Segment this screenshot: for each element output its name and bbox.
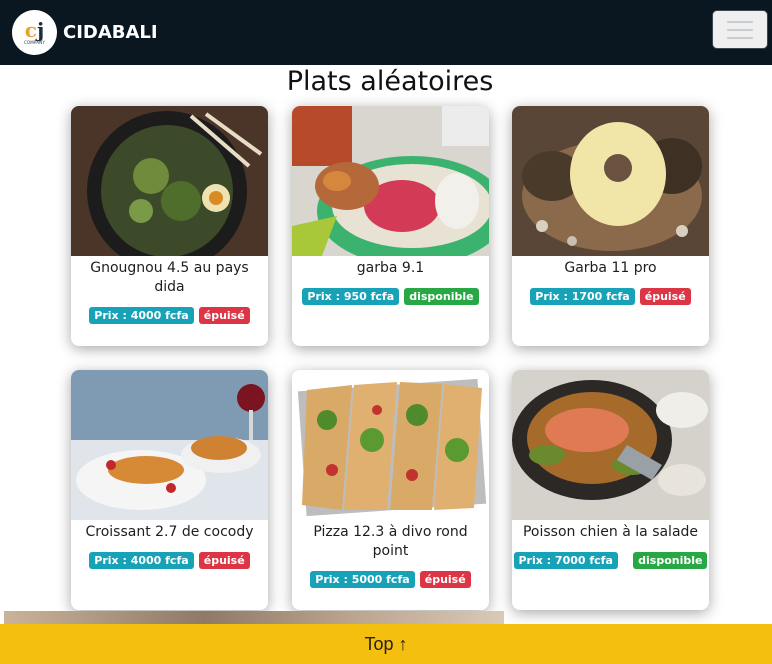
dish-card[interactable]: Garba 11 pro Prix : 1700 fcfa épuisé	[512, 106, 709, 346]
brand-logo[interactable]: cj COMPANY	[12, 10, 57, 55]
status-badge: épuisé	[198, 307, 250, 324]
status-badge: épuisé	[198, 552, 250, 569]
price-badge: Prix : 4000 fcfa	[89, 552, 194, 569]
section-title: Plats aléatoires	[286, 66, 494, 97]
hamburger-icon-bar	[727, 28, 753, 31]
dish-image	[292, 370, 489, 520]
dish-card[interactable]: Croissant 2.7 de cocody Prix : 4000 fcfa…	[71, 370, 268, 610]
logo-mark-icon: cj	[24, 17, 45, 42]
dish-card[interactable]: Poisson chien à la salade Prix : 7000 fc…	[512, 370, 709, 610]
logo-subtext: COMPANY	[23, 39, 46, 45]
dish-name: garba 9.1	[356, 260, 425, 276]
dish-image	[71, 106, 268, 256]
dish-badges: Prix : 1700 fcfa épuisé	[512, 285, 709, 305]
dish-badges: Prix : 950 fcfa disponible	[292, 285, 489, 305]
dish-name: Croissant 2.7 de cocody	[85, 524, 254, 540]
dish-image	[512, 106, 709, 256]
menu-toggle-button[interactable]	[712, 10, 768, 49]
status-badge: épuisé	[639, 288, 691, 305]
brand-name[interactable]: CIDABALI	[63, 22, 158, 43]
status-badge: disponible	[633, 552, 708, 569]
dish-card[interactable]: Gnougnou 4.5 au pays dida Prix : 4000 fc…	[71, 106, 268, 346]
price-badge: Prix : 1700 fcfa	[530, 288, 635, 305]
dish-image	[292, 106, 489, 256]
dish-name: Garba 11 pro	[564, 260, 657, 276]
dish-badges: Prix : 4000 fcfa épuisé	[71, 549, 268, 569]
price-badge: Prix : 7000 fcfa	[513, 552, 618, 569]
dish-badges: Prix : 5000 fcfa épuisé	[292, 568, 489, 588]
price-badge: Prix : 950 fcfa	[302, 288, 400, 305]
dish-image	[512, 370, 709, 520]
dish-card[interactable]: garba 9.1 Prix : 950 fcfa disponible	[292, 106, 489, 346]
price-badge: Prix : 4000 fcfa	[89, 307, 194, 324]
status-badge: disponible	[404, 288, 479, 305]
dish-name: Pizza 12.3 à divo rond point	[313, 524, 468, 559]
dish-card[interactable]: Pizza 12.3 à divo rond point Prix : 5000…	[292, 370, 489, 610]
back-to-top-button[interactable]: Top ↑	[0, 624, 772, 664]
hamburger-icon-bar	[727, 20, 753, 23]
dish-badges: Prix : 7000 fcfa disponible	[512, 549, 709, 569]
price-badge: Prix : 5000 fcfa	[310, 571, 415, 588]
hamburger-icon-bar	[727, 36, 753, 39]
navbar: cj COMPANY CIDABALI	[0, 0, 772, 65]
status-badge: épuisé	[419, 571, 471, 588]
dish-name: Poisson chien à la salade	[522, 524, 699, 540]
dish-name: Gnougnou 4.5 au pays dida	[90, 260, 249, 295]
dish-badges: Prix : 4000 fcfa épuisé	[71, 304, 268, 324]
dish-image	[71, 370, 268, 520]
